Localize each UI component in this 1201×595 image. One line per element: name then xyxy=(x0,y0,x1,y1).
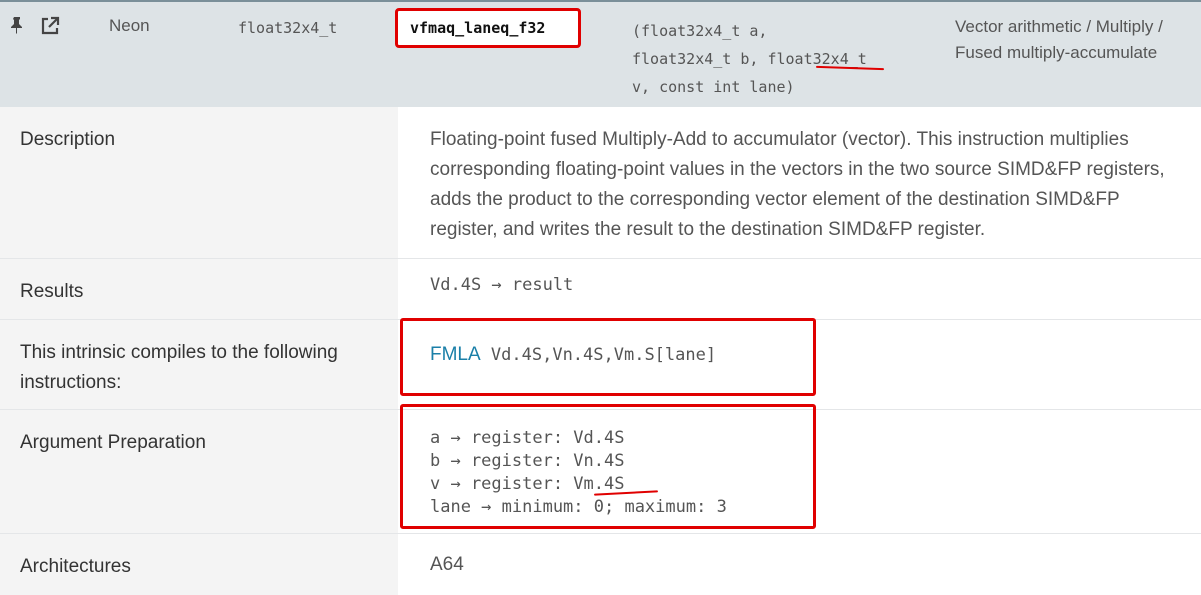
description-text: Floating-point fused Multiply-Add to acc… xyxy=(430,129,1165,240)
results-label: Results xyxy=(20,281,84,302)
row-label-cell: Architectures xyxy=(0,534,398,595)
instructions-label: This intrinsic compiles to the following… xyxy=(20,338,338,398)
category-line-2: Fused multiply-accumulate xyxy=(955,43,1158,62)
row-description: Description Floating-point fused Multipl… xyxy=(0,107,1201,259)
description-label: Description xyxy=(20,129,116,150)
row-label-cell: Argument Preparation xyxy=(0,410,398,533)
annotation-box-instructions xyxy=(400,318,816,396)
architectures-label: Architectures xyxy=(20,556,131,577)
intrinsic-signature: (float32x4_t a, float32x4_t b, float32x4… xyxy=(632,17,922,101)
category-line-1: Vector arithmetic / Multiply / xyxy=(955,17,1163,36)
return-type: float32x4_t xyxy=(238,19,338,37)
isa-label: Neon xyxy=(109,16,150,35)
signature-line-2a: float32x4_t b, xyxy=(632,50,768,68)
row-label-cell: Description xyxy=(0,107,398,258)
annotation-box-arguments xyxy=(400,404,816,529)
results-value: Vd.4S → result xyxy=(430,275,574,295)
row-results: Results Vd.4S → result xyxy=(0,259,1201,320)
intrinsic-category: Vector arithmetic / Multiply / Fused mul… xyxy=(955,14,1195,66)
row-label-cell: Results xyxy=(0,259,398,319)
row-architectures: Architectures A64 xyxy=(0,534,1201,595)
instructions-label-line-2: instructions: xyxy=(20,372,122,393)
row-label-cell: This intrinsic compiles to the following… xyxy=(0,320,398,409)
pin-icon[interactable] xyxy=(9,16,25,34)
signature-line-1: (float32x4_t a, xyxy=(632,22,768,40)
signature-line-3: v, const int lane) xyxy=(632,78,795,96)
intrinsic-header-row: Neon float32x4_t vfmaq_laneq_f32 (float3… xyxy=(0,0,1201,107)
external-link-icon[interactable] xyxy=(40,16,60,36)
header-top-border xyxy=(0,0,1201,2)
architectures-value: A64 xyxy=(430,554,464,575)
argument-preparation-label: Argument Preparation xyxy=(20,432,206,453)
instructions-label-line-1: This intrinsic compiles to the following xyxy=(20,342,338,363)
intrinsic-name[interactable]: vfmaq_laneq_f32 xyxy=(410,19,545,37)
